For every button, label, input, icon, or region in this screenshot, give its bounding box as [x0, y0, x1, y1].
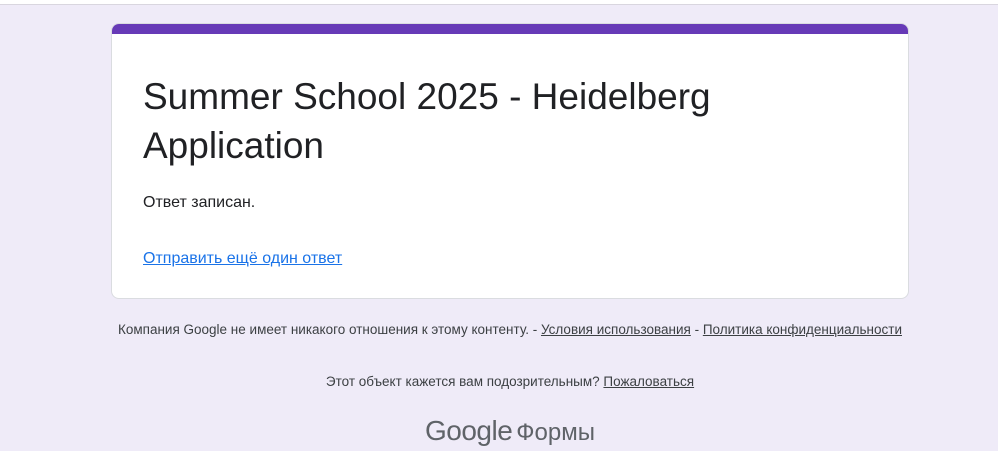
- disclaimer-separator: -: [690, 322, 703, 337]
- submit-another-response-link[interactable]: Отправить ещё один ответ: [143, 248, 342, 270]
- forms-wordmark: Формы: [516, 419, 595, 446]
- privacy-link[interactable]: Политика конфиденциальности: [703, 322, 902, 337]
- footer-disclaimer: Компания Google не имеет никакого отноше…: [111, 320, 909, 339]
- disclaimer-text: Компания Google не имеет никакого отноше…: [118, 322, 541, 337]
- report-text: Этот объект кажется вам подозрительным?: [325, 374, 604, 389]
- card-accent-bar: [112, 24, 908, 34]
- terms-link[interactable]: Условия использования: [541, 322, 691, 337]
- confirmation-message: Ответ записан.: [143, 194, 256, 211]
- report-abuse-link[interactable]: Пожаловаться: [603, 374, 694, 389]
- google-forms-logo[interactable]: Google Формы: [0, 414, 998, 450]
- google-wordmark: Google: [425, 415, 513, 446]
- form-title: Summer School 2025 - Heidelberg Applicat…: [143, 76, 711, 166]
- report-abuse-line: Этот объект кажется вам подозрительным? …: [111, 372, 909, 391]
- form-card: Summer School 2025 - Heidelberg Applicat…: [111, 23, 909, 299]
- top-border: [0, 0, 998, 5]
